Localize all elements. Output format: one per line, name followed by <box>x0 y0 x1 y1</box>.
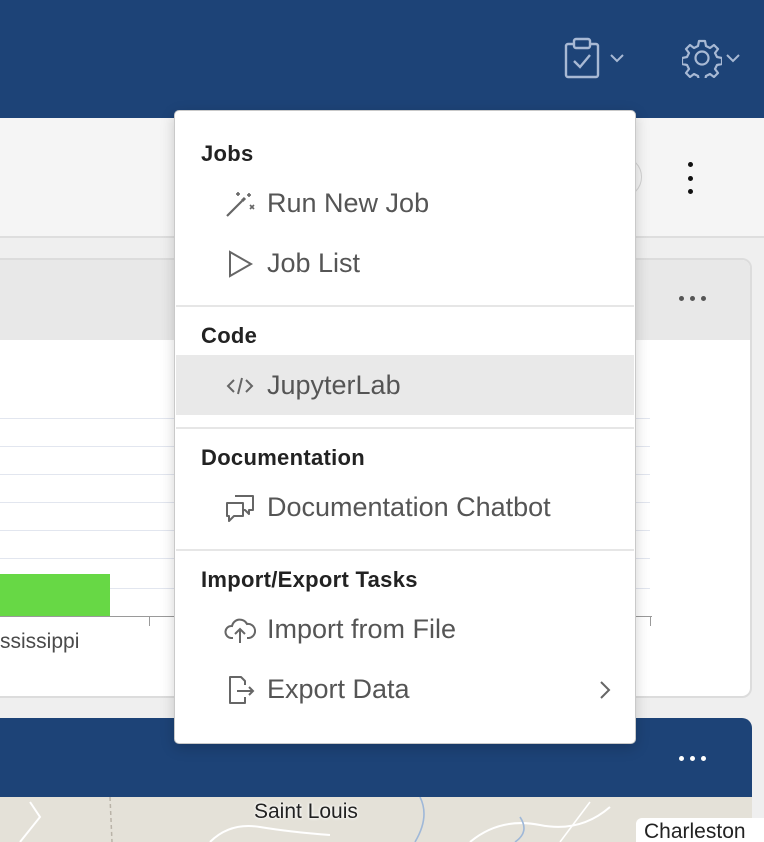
export-icon <box>224 675 256 705</box>
menu-divider <box>176 549 634 551</box>
more-dot <box>687 189 693 194</box>
more-options-button[interactable] <box>676 158 704 198</box>
more-dot <box>701 296 706 301</box>
map-city-label: Charleston <box>636 818 764 842</box>
cloud-upload-icon <box>224 615 256 645</box>
gear-icon <box>682 39 722 78</box>
more-dot <box>690 296 695 301</box>
tasks-menu-button[interactable] <box>564 36 626 80</box>
menu-item-job-list[interactable]: Job List <box>176 233 634 293</box>
menu-divider <box>176 427 634 429</box>
map-card-menu-button[interactable] <box>679 756 706 761</box>
more-dot <box>687 175 693 181</box>
map-city-label: Saint Louis <box>254 800 358 823</box>
chart-card-menu-button[interactable] <box>679 296 706 301</box>
clipboard-check-icon <box>564 37 600 79</box>
more-dot <box>679 296 684 301</box>
menu-item-import-from-file[interactable]: Import from File <box>176 599 634 659</box>
menu-item-label: JupyterLab <box>267 370 401 400</box>
section-title-code: Code <box>201 323 258 348</box>
top-navigation-bar <box>0 0 764 118</box>
menu-item-documentation-chatbot[interactable]: Documentation Chatbot <box>176 477 634 537</box>
more-dot <box>690 756 695 761</box>
chat-bubbles-icon <box>224 493 256 523</box>
menu-item-label: Job List <box>267 248 361 278</box>
tasks-dropdown-menu: Jobs Run New Job Job List Code JupyterLa… <box>174 110 636 744</box>
chevron-down-icon <box>610 54 624 63</box>
chart-axis-tick <box>650 616 651 626</box>
menu-item-label: Import from File <box>267 614 457 644</box>
more-dot <box>701 756 706 761</box>
menu-item-label: Export Data <box>267 674 410 704</box>
chart-x-tick-label: ssissippi <box>0 630 80 653</box>
more-dot <box>679 756 684 761</box>
magic-wand-icon <box>224 189 256 219</box>
menu-item-label: Run New Job <box>267 188 430 218</box>
code-icon <box>224 371 256 401</box>
menu-item-run-new-job[interactable]: Run New Job <box>176 173 634 233</box>
section-title-documentation: Documentation <box>201 445 366 470</box>
section-title-import-export: Import/Export Tasks <box>201 567 418 592</box>
section-title-jobs: Jobs <box>201 141 254 166</box>
chevron-down-icon <box>726 54 740 63</box>
chevron-right-icon <box>598 679 612 706</box>
more-dot <box>687 162 693 167</box>
menu-item-jupyterlab[interactable]: JupyterLab <box>176 355 634 415</box>
menu-divider <box>176 305 634 307</box>
play-icon <box>224 249 256 279</box>
menu-item-label: Documentation Chatbot <box>267 492 551 522</box>
settings-menu-button[interactable] <box>682 36 742 80</box>
chart-axis-tick <box>149 616 150 626</box>
menu-item-export-data[interactable]: Export Data <box>176 659 634 719</box>
chart-bar[interactable] <box>0 574 110 616</box>
